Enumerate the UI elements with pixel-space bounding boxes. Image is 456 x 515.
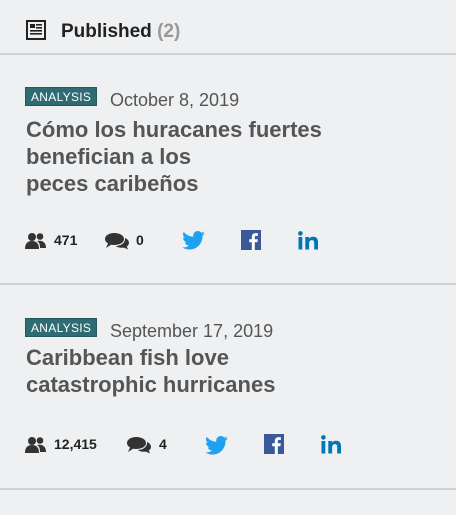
readers-count: 12,415 <box>54 436 97 452</box>
article-title[interactable]: Caribbean fish love catastrophic hurrica… <box>26 344 275 398</box>
article-date: September 17, 2019 <box>110 321 274 341</box>
comments-count: 4 <box>159 436 167 452</box>
linkedin-share-icon[interactable] <box>321 435 342 454</box>
article-card: ANALYSIS October 8, 2019 Cómo los huraca… <box>0 55 456 285</box>
published-count: (2) <box>157 21 181 42</box>
facebook-share-icon[interactable] <box>241 230 261 250</box>
article-stats: 471 0 <box>25 230 445 252</box>
article-title[interactable]: Cómo los huracanes fuertes benefician a … <box>26 116 322 197</box>
facebook-share-icon[interactable] <box>264 434 284 454</box>
article-date: October 8, 2019 <box>110 90 240 110</box>
published-header: Published (2) <box>0 0 456 55</box>
readers-icon <box>25 437 46 453</box>
readers-icon <box>25 233 46 249</box>
article-stats: 12,415 4 <box>25 434 445 456</box>
analysis-badge: ANALYSIS <box>25 87 98 106</box>
twitter-share-icon[interactable] <box>205 436 228 455</box>
article-card: ANALYSIS September 17, 2019 Caribbean fi… <box>0 285 456 490</box>
comments-icon <box>105 233 129 250</box>
section-title-label: Published <box>61 21 152 42</box>
comments-icon <box>127 437 151 454</box>
comments-count: 0 <box>136 232 144 248</box>
newspaper-icon <box>26 20 46 40</box>
analysis-badge: ANALYSIS <box>25 318 98 337</box>
twitter-share-icon[interactable] <box>182 231 205 250</box>
linkedin-share-icon[interactable] <box>298 231 319 250</box>
section-title: Published (2) <box>61 21 180 43</box>
readers-count: 471 <box>54 232 78 248</box>
